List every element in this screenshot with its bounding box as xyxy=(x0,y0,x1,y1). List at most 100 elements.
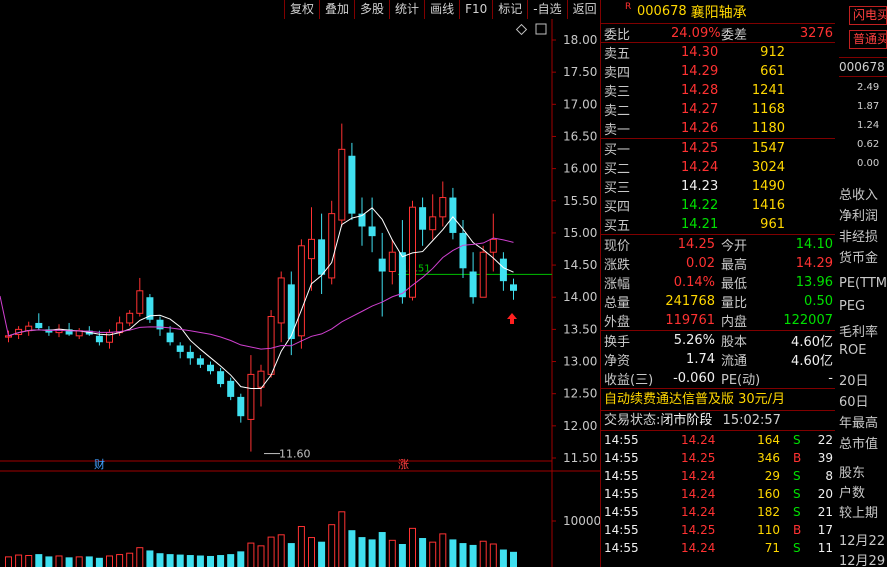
order-price: 14.22 xyxy=(681,198,719,213)
quote-label: 最高 xyxy=(721,258,748,273)
volume-bar xyxy=(499,549,507,567)
side-stock-code: 000678 xyxy=(839,57,887,77)
side-metric[interactable]: 毛利率 xyxy=(839,321,887,340)
tick-volume: 160 xyxy=(757,487,780,501)
side-metric[interactable]: 户数 xyxy=(839,482,887,501)
fund-label: 股本 xyxy=(721,335,748,350)
toolbar-button[interactable]: 统计 xyxy=(389,0,425,19)
tick-list[interactable]: 14:55 14.24 164 S 22 14:55 14.25 346 B 39 14:55 14.… xyxy=(601,431,835,557)
volume-bar xyxy=(318,541,326,567)
tick-side: S xyxy=(793,433,801,447)
kline-chart[interactable]: 18.00 17.50 17.00 16.50 16.00 15.50 15.00 14.50… xyxy=(0,19,600,567)
tick-time: 14:55 xyxy=(604,541,639,555)
buy-order-row: 买三 14.23 1490 xyxy=(601,177,835,196)
candle-body xyxy=(499,258,507,282)
side-metric[interactable]: 股东 xyxy=(839,462,887,481)
volume-bar xyxy=(75,556,83,567)
toolbar-button[interactable]: 返回 xyxy=(566,0,602,19)
toolbar-button[interactable]: 复权 xyxy=(284,0,320,19)
weicha-label: 委差 xyxy=(721,27,748,43)
order-volume: 1241 xyxy=(751,83,785,98)
ma-fast-line xyxy=(8,207,514,390)
side-metric[interactable]: PEG xyxy=(839,299,887,314)
quote-row: 总量 241768 量比 0.50 xyxy=(601,292,835,311)
side-metric[interactable]: 12月22 xyxy=(839,530,887,549)
tick-price: 14.25 xyxy=(681,523,716,537)
fund-value: 1.74 xyxy=(686,352,715,367)
tick-row: 14:55 14.24 164 S 22 xyxy=(601,431,835,449)
side-metric[interactable]: 货币金 xyxy=(839,247,887,266)
volume-bar xyxy=(65,557,73,567)
volume-bar xyxy=(136,547,144,567)
side-metric[interactable]: 较上期 xyxy=(839,502,887,521)
order-label: 买二 xyxy=(604,162,631,177)
order-volume: 1490 xyxy=(751,179,785,194)
volume-bar xyxy=(348,530,356,567)
price-axis-label: 13.50 xyxy=(563,322,597,336)
side-metric[interactable]: 12月29 xyxy=(839,550,887,567)
side-metric[interactable]: PE(TTM) xyxy=(839,276,887,291)
volume-bar xyxy=(126,552,134,567)
weibi-label: 委比 xyxy=(604,27,631,43)
toolbar-button[interactable]: -自选 xyxy=(527,0,567,19)
candle-body xyxy=(348,155,356,214)
order-price: 14.24 xyxy=(681,160,719,175)
side-metric[interactable]: 净利润 xyxy=(839,205,887,224)
stock-code[interactable]: 000678 xyxy=(637,4,687,19)
volume-bar xyxy=(5,556,12,567)
mini-axis-label: 1.87 xyxy=(857,101,880,112)
stock-name[interactable]: 襄阳轴承 xyxy=(691,2,747,22)
volume-bar xyxy=(25,555,33,567)
order-volume: 1416 xyxy=(751,198,785,213)
candle-body xyxy=(449,197,457,233)
side-metric[interactable]: 非经损 xyxy=(839,226,887,245)
price-axis-label: 16.00 xyxy=(563,162,597,176)
volume-bar xyxy=(388,539,396,567)
volume-bar xyxy=(398,544,406,567)
order-price: 14.26 xyxy=(681,121,719,136)
side-metric[interactable]: 60日 xyxy=(839,391,887,410)
candle-body xyxy=(267,316,275,375)
tick-time: 14:55 xyxy=(604,451,639,465)
candle-body xyxy=(156,319,164,330)
price-axis-label: 12.50 xyxy=(563,387,597,401)
candle-body xyxy=(439,197,447,218)
price-axis-label: 18.00 xyxy=(563,33,597,47)
side-metric[interactable]: ROE xyxy=(839,343,887,358)
volume-bar xyxy=(328,524,336,567)
side-metric[interactable]: 20日 xyxy=(839,370,887,389)
sell-order-row: 卖一 14.26 1180 xyxy=(601,119,835,138)
tick-volume: 346 xyxy=(757,451,780,465)
candle-body xyxy=(459,232,467,269)
quote-row: 外盘 119761 内盘 122007 xyxy=(601,311,835,330)
quote-value: 14.29 xyxy=(795,256,833,271)
toolbar-button[interactable]: F10 xyxy=(459,0,493,19)
toolbar-button[interactable]: 叠加 xyxy=(319,0,355,19)
flash-buy-button[interactable]: 闪电买 xyxy=(849,6,887,25)
normal-buy-button[interactable]: 普通买 xyxy=(849,30,887,49)
candle-body xyxy=(126,312,134,324)
sell-order-row: 卖四 14.29 661 xyxy=(601,62,835,81)
candle-body xyxy=(257,370,265,388)
side-metric[interactable]: 年最高 xyxy=(839,412,887,431)
volume-bar xyxy=(368,539,376,567)
subscription-ad[interactable]: 自动续费通达信普及版 30元/月 xyxy=(601,389,835,411)
low-label: 11.60 xyxy=(279,448,311,461)
tick-side: S xyxy=(793,505,801,519)
side-metric[interactable]: 总收入 xyxy=(839,184,887,203)
fund-value: - xyxy=(828,371,833,386)
toolbar-button[interactable]: 画线 xyxy=(424,0,460,19)
toolbar-button[interactable]: 标记 xyxy=(492,0,528,19)
side-metric[interactable]: 总市值 xyxy=(839,433,887,452)
volume-bar xyxy=(237,551,245,567)
order-volume: 961 xyxy=(760,217,785,232)
toolbar-button[interactable]: 多股 xyxy=(354,0,390,19)
order-price: 14.30 xyxy=(681,45,719,60)
mini-axis-label: 1.24 xyxy=(857,120,880,131)
quote-row: 现价 14.25 今开 14.10 xyxy=(601,235,835,254)
volume-bar xyxy=(459,543,467,567)
order-volume: 1180 xyxy=(751,121,785,136)
tick-count: 17 xyxy=(817,523,833,537)
tick-volume: 71 xyxy=(764,541,780,555)
sell-order-row: 卖五 14.30 912 xyxy=(601,43,835,62)
